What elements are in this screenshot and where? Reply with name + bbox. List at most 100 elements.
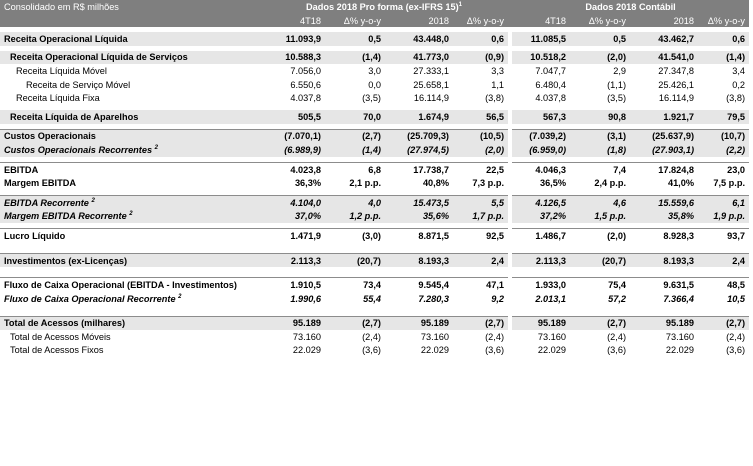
- cell-value: 0,0: [368, 79, 381, 90]
- cell-value: 1.990,6: [290, 293, 321, 304]
- cell-value: 1.471,9: [260, 228, 325, 243]
- cell-value: 35,6%: [385, 209, 453, 224]
- cell-value: 25.426,1: [658, 79, 695, 90]
- cell-value: 2.113,3: [260, 252, 325, 268]
- table-row: Margem EBITDA Recorrente 2 37,0% 1,2 p.p. 3…: [0, 209, 750, 224]
- cell-value: 15.473,5: [385, 194, 453, 210]
- cell-value: 7,5 p.p.: [713, 178, 746, 189]
- cell-value: (2,7): [453, 315, 509, 331]
- cell-value: 16.114,9: [658, 93, 695, 104]
- cell-value: (2,7): [325, 128, 385, 144]
- table-row: Custos Operacionais Recorrentes 2 (6.989,…: [0, 143, 750, 157]
- cell-value: 43.462,7: [630, 32, 699, 46]
- cell-value: (3,5): [607, 93, 627, 104]
- row-label-text: EBITDA: [4, 164, 39, 175]
- cell-value: (6.959,0): [512, 143, 571, 157]
- table-row: EBITDA Recorrente 2 4.104,0 4,0 15.473,5 5,5…: [0, 194, 750, 210]
- cell-value: 75,4: [570, 277, 631, 292]
- cell-value: 567,3: [512, 109, 571, 124]
- cell-value: 55,4: [363, 293, 381, 304]
- cell-value: 0,2: [732, 79, 746, 90]
- cell-value: 73.160: [665, 331, 695, 342]
- cell-value: 90,8: [570, 109, 631, 124]
- cell-value: 36,5%: [539, 178, 567, 189]
- cell-value: 27.333,1: [413, 65, 449, 76]
- row-label: Custos Operacionais Recorrentes 2: [0, 143, 260, 157]
- cell-value: 22.029: [420, 345, 449, 356]
- cell-value: 2.013,1: [535, 293, 567, 304]
- cell-value: 9,2: [491, 293, 505, 304]
- cell-value: 57,2: [608, 293, 627, 304]
- cell-value: 16.114,9: [413, 93, 449, 104]
- cell-value: (1,1): [607, 79, 627, 90]
- row-label: Total de Acessos Fixos: [0, 344, 260, 358]
- cell-value: 3,0: [368, 65, 381, 76]
- row-label: Custos Operacionais: [0, 128, 260, 144]
- cell-value: 2,1 p.p.: [349, 178, 381, 189]
- cell-value: (3,8): [485, 93, 505, 104]
- cell-value: 8.193,3: [385, 252, 453, 268]
- cell-value: 505,5: [260, 109, 325, 124]
- cell-value: 7,4: [570, 161, 631, 177]
- cell-value: 6.480,4: [535, 79, 567, 90]
- footnote-marker: 2: [154, 144, 158, 151]
- table-row: Receita Operacional Líquida 11.093,9 0,5 43…: [0, 32, 750, 46]
- cell-value: 95.189: [512, 315, 571, 331]
- cell-value: 1,2 p.p.: [325, 209, 385, 224]
- cell-value: 4.037,8: [290, 93, 321, 104]
- cell-value: (2,0): [570, 50, 631, 65]
- cell-value: 5,5: [453, 194, 509, 210]
- row-label: Margem EBITDA Recorrente 2: [0, 209, 260, 224]
- row-label-text: Lucro Líquido: [4, 230, 66, 241]
- row-label: EBITDA Recorrente 2: [0, 194, 260, 210]
- cell-value: 6,8: [325, 161, 385, 177]
- cell-value: (2,0): [570, 228, 631, 243]
- cell-value: 8.193,3: [630, 252, 699, 268]
- table-row: Total de Acessos (milhares) 95.189 (2,7) 95…: [0, 315, 750, 331]
- row-label: Receita Líquida de Aparelhos: [0, 109, 260, 124]
- table-row: EBITDA 4.023,8 6,8 17.738,7 22,5 4.046,3 7,4 17…: [0, 161, 750, 177]
- cell-value: 10.588,3: [260, 50, 325, 65]
- cell-value: (2,7): [325, 315, 385, 331]
- footnote-marker: 2: [129, 211, 133, 218]
- footnote-marker: 2: [91, 197, 95, 204]
- cell-value: 73.160: [420, 331, 449, 342]
- col-header: 2018: [385, 14, 453, 27]
- cell-value: 92,5: [453, 228, 509, 243]
- cell-value: 15.559,6: [630, 194, 699, 210]
- cell-value: 40,8%: [422, 178, 449, 189]
- cell-value: 37,2%: [512, 209, 571, 224]
- row-label-text: Custos Operacionais: [4, 131, 96, 142]
- table-row: Total de Acessos Móveis 73.160 (2,4) 73.160…: [0, 330, 749, 344]
- cell-value: 1.674,9: [385, 109, 453, 124]
- cell-value: (20,7): [570, 252, 631, 268]
- cell-value: (27.903,1): [630, 143, 699, 157]
- cell-value: 11.085,5: [512, 32, 571, 46]
- group-proforma-footnote: 1: [458, 1, 463, 8]
- cell-value: 79,5: [698, 109, 750, 124]
- group-proforma-label: Dados 2018 Pro forma (ex-IFRS 15): [306, 2, 459, 12]
- cell-value: 2,4: [698, 252, 750, 268]
- cell-value: (3,1): [570, 128, 631, 144]
- footnote-marker: 2: [178, 293, 182, 300]
- cell-value: 23,0: [698, 161, 750, 177]
- cell-value: 2,4 p.p.: [594, 178, 627, 189]
- table-row: Fluxo de Caixa Operacional Recorrente 2 1…: [0, 291, 749, 306]
- cell-value: (3,6): [726, 345, 746, 356]
- col-header: 2018: [630, 14, 699, 27]
- cell-value: 95.189: [385, 315, 453, 331]
- row-label-text: Total de Acessos Móveis: [10, 331, 111, 342]
- cell-value: 35,8%: [630, 209, 699, 224]
- cell-value: 1,9 p.p.: [698, 209, 750, 224]
- row-label-text: Custos Operacionais Recorrentes: [4, 144, 153, 155]
- row-label-text: Total de Acessos (milhares): [4, 318, 126, 329]
- cell-value: 1.486,7: [512, 228, 571, 243]
- cell-value: 41,0%: [667, 178, 695, 189]
- row-label-text: Fluxo de Caixa Operacional (EBITDA - Inv…: [4, 280, 237, 291]
- table-row: Investimentos (ex-Licenças) 2.113,3 (20,7)…: [0, 252, 750, 268]
- row-label-text: Receita Líquida Fixa: [16, 93, 100, 104]
- cell-value: (3,8): [726, 93, 746, 104]
- row-label-text: Margem EBITDA Recorrente: [4, 211, 127, 222]
- cell-value: 2,4: [453, 252, 509, 268]
- col-header: Δ% y-o-y: [325, 14, 385, 27]
